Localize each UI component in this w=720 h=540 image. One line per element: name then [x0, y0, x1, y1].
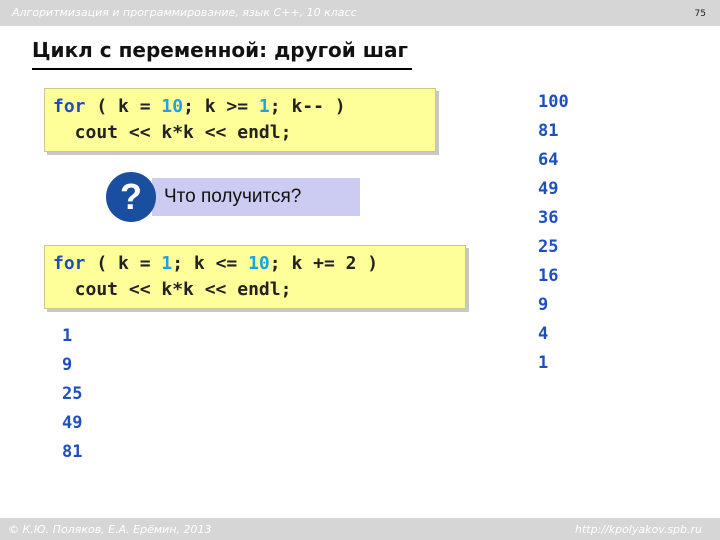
output-list-loop-2: 1 9 25 49 81: [62, 322, 82, 467]
code-text: ( k =: [85, 96, 162, 117]
footer-copyright: © К.Ю. Поляков, Е.А. Ерёмин, 2013: [8, 523, 212, 536]
keyword-for: for: [53, 253, 86, 274]
code-text: ( k =: [85, 253, 162, 274]
title-underline: [32, 68, 412, 70]
output-item: 9: [538, 295, 549, 315]
question-callout: Что получится?: [152, 178, 360, 216]
output-item: 1: [538, 353, 549, 373]
page-number: 75: [694, 9, 706, 19]
slide-title: Цикл с переменной: другой шаг: [32, 38, 408, 62]
output-item: 1: [62, 326, 73, 346]
code-block-2-line-2: cout << k*k << endl;: [53, 279, 292, 300]
output-item: 25: [62, 384, 83, 404]
code-block-1-line-1: for ( k = 10; k >= 1; k-- ): [53, 95, 346, 119]
code-block-2-line-1: for ( k = 1; k <= 10; k += 2 ): [53, 252, 378, 276]
code-text: ; k += 2 ): [269, 253, 379, 274]
number-literal: 1: [161, 253, 173, 274]
header-course-title: Алгоритмизация и программирование, язык …: [12, 6, 357, 19]
output-list-loop-1: 100 81 64 49 36 25 16 9 4 1: [538, 88, 569, 378]
question-text: Что получится?: [164, 186, 302, 207]
code-text: ; k >=: [183, 96, 259, 117]
code-block-1-line-2: cout << k*k << endl;: [53, 122, 292, 143]
number-literal: 10: [161, 96, 184, 117]
code-block-2: for ( k = 1; k <= 10; k += 2 ) cout << k…: [44, 245, 466, 309]
code-block-1: for ( k = 10; k >= 1; k-- ) cout << k*k …: [44, 88, 436, 152]
output-item: 25: [538, 237, 559, 257]
number-literal: 1: [258, 96, 270, 117]
output-item: 36: [538, 208, 559, 228]
output-item: 81: [62, 442, 83, 462]
question-mark-icon: ?: [106, 172, 156, 222]
output-item: 49: [538, 179, 559, 199]
output-item: 100: [538, 92, 569, 112]
output-item: 81: [538, 121, 559, 141]
code-text: ; k <=: [172, 253, 249, 274]
output-item: 16: [538, 266, 559, 286]
output-item: 49: [62, 413, 83, 433]
code-text: ; k-- ): [269, 96, 346, 117]
keyword-for: for: [53, 96, 86, 117]
output-item: 64: [538, 150, 559, 170]
output-item: 9: [62, 355, 73, 375]
output-item: 4: [538, 324, 549, 344]
footer-website-link[interactable]: http://kpolyakov.spb.ru: [575, 523, 702, 536]
number-literal: 10: [248, 253, 270, 274]
